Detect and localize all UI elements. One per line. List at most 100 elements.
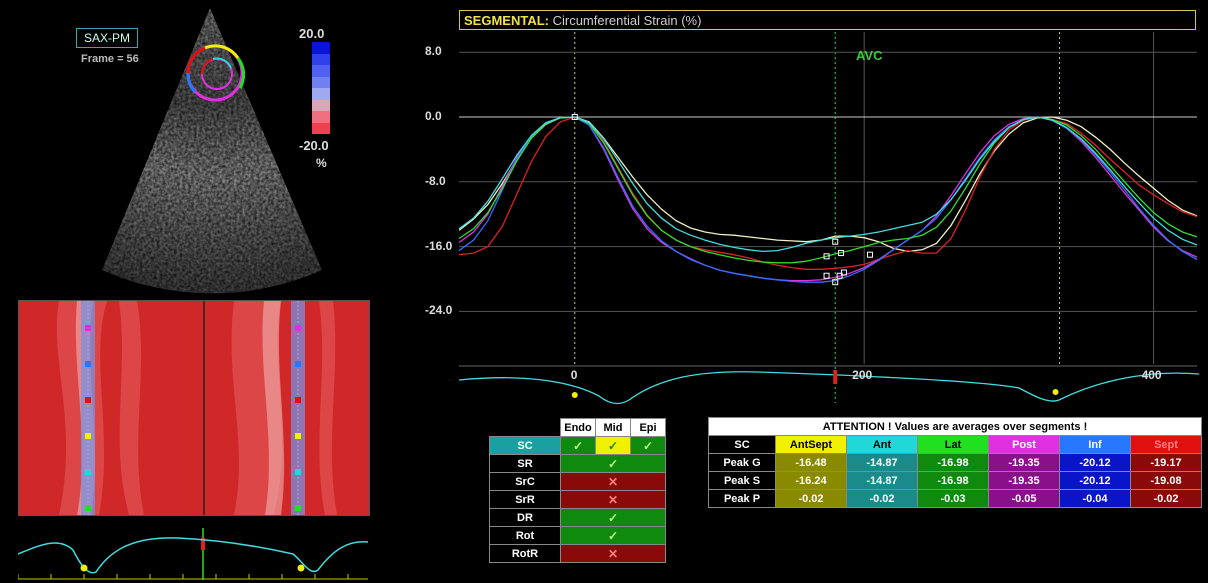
scale-swatch: [312, 76, 330, 88]
row-label[interactable]: SrR: [489, 490, 561, 509]
segment-header: Post: [988, 435, 1060, 454]
y-tick-label: 0.0: [425, 109, 442, 124]
value-cell: -0.02: [775, 489, 847, 508]
scale-swatch: [312, 99, 330, 111]
segment-marker: [85, 361, 91, 367]
table-row: DR ✓: [489, 508, 666, 527]
value-cell: -19.35: [988, 453, 1060, 472]
peak-marker: [866, 251, 873, 258]
cross-icon[interactable]: ✕: [560, 472, 666, 491]
segment-header: Sept: [1130, 435, 1202, 454]
x-tick-label: 0: [570, 368, 578, 382]
check-icon[interactable]: ✓: [560, 526, 666, 545]
y-tick-label: -16.0: [425, 238, 453, 253]
attention-banner: ATTENTION ! Values are averages over seg…: [708, 417, 1202, 436]
cross-icon[interactable]: ✕: [560, 544, 666, 563]
check-icon[interactable]: ✓: [560, 454, 666, 473]
segment-marker: [85, 505, 91, 511]
column-header: Mid: [595, 418, 631, 437]
value-cell: -19.17: [1130, 453, 1202, 472]
value-cell: -0.02: [846, 489, 918, 508]
value-cell: -20.12: [1059, 453, 1131, 472]
strain-map[interactable]: [18, 300, 370, 516]
y-tick-label: -8.0: [425, 173, 446, 188]
scale-swatch: [312, 122, 330, 134]
corner-cell: [490, 419, 561, 437]
parameter-table: Endo Mid Epi SC ✓ ✓ ✓ SR ✓ SrC ✕ SrR ✕ DR ✓ Rot ✓ RotR ✕: [489, 418, 666, 563]
check-icon[interactable]: ✓: [595, 436, 631, 455]
scale-swatch: [312, 53, 330, 65]
avc-strip-marker: [833, 370, 838, 384]
cross-icon[interactable]: ✕: [560, 490, 666, 509]
check-icon[interactable]: ✓: [560, 436, 596, 455]
row-label: Peak S: [708, 471, 776, 490]
segment-marker: [85, 325, 91, 331]
marker-point: [297, 564, 305, 572]
column-header: Endo: [560, 418, 596, 437]
row-label: Peak G: [708, 453, 776, 472]
table-row: SR ✓: [489, 454, 666, 473]
value-cell: -14.87: [846, 471, 918, 490]
avc-label: AVC: [856, 48, 883, 63]
value-cell: -20.12: [1059, 471, 1131, 490]
value-cell: -16.24: [775, 471, 847, 490]
segment-marker: [295, 469, 301, 475]
segment-marker: [85, 433, 91, 439]
table-row: Peak G -16.48 -14.87 -16.98 -19.35 -20.12 -19.…: [708, 453, 1202, 472]
value-cell: -16.98: [917, 471, 989, 490]
scale-swatch: [312, 88, 330, 100]
row-label[interactable]: Rot: [489, 526, 561, 545]
table-row: Rot ✓: [489, 526, 666, 545]
marker-point: [80, 564, 88, 572]
segment-marker: [295, 325, 301, 331]
scale-swatch: [312, 111, 330, 123]
table-row: SC ✓ ✓ ✓: [489, 436, 666, 455]
check-icon[interactable]: ✓: [560, 508, 666, 527]
segment-header: Lat: [917, 435, 989, 454]
x-tick-label: 400: [1141, 368, 1162, 382]
small-trace: [18, 528, 368, 580]
segment-header: AntSept: [775, 435, 847, 454]
table-row: SrC ✕: [489, 472, 666, 491]
value-cell: -19.35: [988, 471, 1060, 490]
row-label: Peak P: [708, 489, 776, 508]
value-cell: -0.03: [917, 489, 989, 508]
segment-marker: [295, 433, 301, 439]
row-label[interactable]: DR: [489, 508, 561, 527]
segment-marker: [295, 397, 301, 403]
segment-marker: [85, 469, 91, 475]
column-header: Epi: [630, 418, 666, 437]
segment-marker: [295, 505, 301, 511]
scale-swatch: [312, 65, 330, 77]
row-label[interactable]: SC: [489, 436, 561, 455]
results-table: ATTENTION ! Values are averages over seg…: [708, 417, 1202, 508]
color-scale-bar: [312, 42, 330, 134]
row-label[interactable]: RotR: [489, 544, 561, 563]
y-tick-label: 8.0: [425, 44, 442, 59]
table-row: SrR ✕: [489, 490, 666, 509]
segment-marker: [295, 361, 301, 367]
corner-label: SC: [708, 435, 776, 454]
frame-label: Frame = 56: [81, 53, 139, 65]
scale-min-label: -20.0: [299, 138, 329, 153]
segment-marker: [85, 397, 91, 403]
table-row: RotR ✕: [489, 544, 666, 563]
value-cell: -19.08: [1130, 471, 1202, 490]
peak-marker: [823, 272, 830, 279]
scale-max-label: 20.0: [299, 26, 325, 41]
value-cell: -16.98: [917, 453, 989, 472]
row-label[interactable]: SR: [489, 454, 561, 473]
row-label[interactable]: SrC: [489, 472, 561, 491]
value-cell: -14.87: [846, 453, 918, 472]
segment-header: Inf: [1059, 435, 1131, 454]
view-badge[interactable]: SAX-PM: [76, 28, 138, 48]
strain-plot[interactable]: [459, 8, 1199, 406]
value-cell: -16.48: [775, 453, 847, 472]
series-line: [459, 116, 1198, 283]
scale-unit-label: %: [316, 156, 327, 170]
results-grid: ATTENTION ! Values are averages over seg…: [708, 417, 1202, 508]
parameter-grid: Endo Mid Epi SC ✓ ✓ ✓ SR ✓ SrC ✕ SrR ✕ DR ✓ Rot ✓ RotR ✕: [489, 418, 666, 563]
value-cell: -0.05: [988, 489, 1060, 508]
segment-header: Ant: [846, 435, 918, 454]
check-icon[interactable]: ✓: [630, 436, 666, 455]
